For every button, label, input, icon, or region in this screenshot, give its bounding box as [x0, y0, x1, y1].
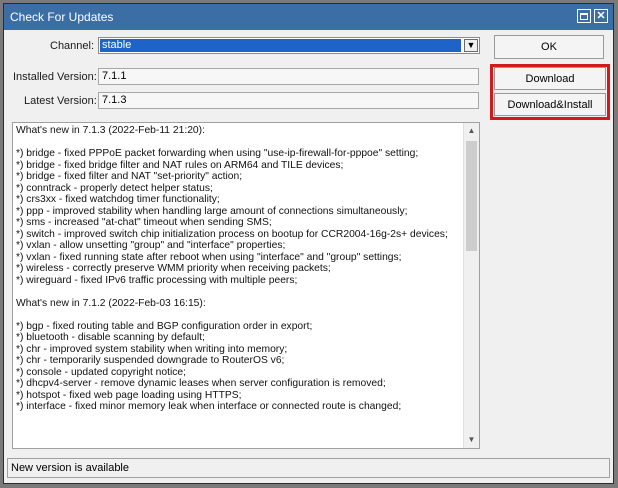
scroll-up-icon[interactable]: ▲ [464, 123, 479, 139]
changelog-textarea[interactable]: What's new in 7.1.3 (2022-Feb-11 21:20):… [12, 122, 480, 449]
vertical-scrollbar[interactable]: ▲ ▼ [463, 123, 479, 448]
latest-version-label: Latest Version: [24, 95, 97, 107]
ok-button[interactable]: OK [494, 35, 604, 59]
status-bar: New version is available [7, 458, 610, 478]
scrollbar-thumb[interactable] [466, 141, 477, 251]
scroll-down-icon[interactable]: ▼ [464, 432, 479, 448]
close-icon: ✕ [596, 9, 606, 22]
title-bar[interactable]: Check For Updates ✕ [4, 4, 613, 30]
latest-version-field: 7.1.3 [98, 92, 479, 109]
changelog-text: What's new in 7.1.3 (2022-Feb-11 21:20):… [16, 125, 448, 412]
check-for-updates-window: Check For Updates ✕ Channel: stable ▼ In… [3, 3, 614, 484]
channel-label: Channel: [50, 40, 95, 52]
screenshot-frame: Check For Updates ✕ Channel: stable ▼ In… [0, 0, 618, 488]
maximize-icon [580, 12, 588, 20]
channel-selected-value: stable [100, 39, 461, 52]
close-button[interactable]: ✕ [594, 9, 608, 23]
highlight-box [490, 64, 610, 120]
channel-select[interactable]: stable ▼ [98, 37, 480, 54]
status-text: New version is available [11, 462, 129, 474]
installed-version-field: 7.1.1 [98, 68, 479, 85]
maximize-button[interactable] [577, 9, 591, 23]
installed-version-label: Installed Version: [13, 71, 97, 83]
window-title: Check For Updates [10, 10, 114, 24]
dropdown-arrow-icon[interactable]: ▼ [464, 39, 478, 52]
